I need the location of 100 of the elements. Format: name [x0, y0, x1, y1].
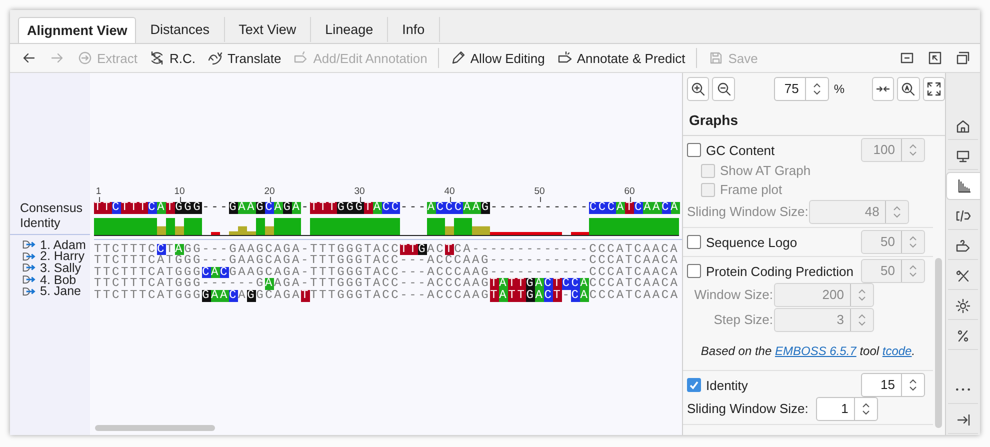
- base-highlight: G: [418, 244, 428, 256]
- zoom-field[interactable]: 75: [774, 77, 829, 101]
- base-highlight: CCC: [436, 202, 464, 214]
- ruler-label: 60: [624, 187, 635, 197]
- sequence-icon: [22, 286, 36, 297]
- zoom-reset-button[interactable]: [897, 77, 920, 101]
- ruler-label: 30: [354, 187, 365, 197]
- option-label: Identity: [706, 378, 749, 392]
- base-highlight: C: [112, 202, 122, 214]
- sequence-text: TTCTTTCATGGG: [94, 290, 202, 302]
- horizontal-scrollbar[interactable]: [95, 425, 215, 431]
- sequence-icon: [22, 274, 36, 286]
- home-icon: [955, 118, 971, 134]
- base-highlight: G: [229, 202, 238, 214]
- base-highlight: A: [211, 266, 220, 278]
- base-highlight: A: [580, 290, 590, 302]
- bar-chart-icon: [956, 178, 972, 194]
- sequence-name[interactable]: 2. Harry: [40, 249, 84, 264]
- tab[interactable]: Text View: [224, 17, 312, 42]
- option-label: GC Content: [706, 142, 776, 158]
- checkbox[interactable]: [687, 378, 701, 392]
- base-highlight: G: [481, 202, 490, 214]
- sequence-text: A: [238, 290, 248, 302]
- sequence-text: GAAGCAGA-TTTGGGTACC---ACCCAAG-----------CCCATCAACA: [229, 266, 680, 278]
- base-highlight: A: [274, 202, 284, 214]
- toolbar-button[interactable]: Annotate & Predict: [552, 46, 690, 70]
- base-highlight: A: [535, 290, 544, 302]
- base-highlight: C: [157, 244, 166, 256]
- tab[interactable]: Alignment View: [18, 17, 136, 43]
- side-tab[interactable]: [946, 172, 980, 200]
- vertical-scrollbar[interactable]: [935, 258, 942, 428]
- base-highlight: C: [265, 202, 274, 214]
- identity-label: Identity: [19, 216, 62, 231]
- tab[interactable]: Info: [388, 17, 440, 42]
- base-highlight: TTT: [121, 202, 148, 214]
- arrow-to-line-icon: [955, 412, 971, 428]
- box-arrow-icon: [927, 50, 943, 66]
- zoom-in-button[interactable]: [687, 77, 710, 101]
- spin-arrows-icon[interactable]: [861, 400, 872, 416]
- toolbar-button[interactable]: R.C.: [144, 46, 200, 70]
- sequence-text: CA-------------CCCATCAACA: [454, 244, 680, 256]
- number-field[interactable]: 1: [816, 396, 878, 420]
- sequence-name[interactable]: 4. Bob: [40, 272, 76, 287]
- ruler-label: 40: [444, 187, 455, 197]
- spin-arrows-icon[interactable]: [908, 377, 918, 393]
- sequence-text: TTCTTTCATGGG---GAAGCAGA-TTTGGGTACC---ACCCAAG-----------CCCATCAACA: [94, 255, 680, 267]
- base-highlight: G: [256, 202, 266, 214]
- gap-text: ---: [400, 202, 428, 214]
- ruler-tick: [98, 197, 100, 202]
- sequence-icon: [22, 250, 36, 262]
- base-highlight: T: [364, 202, 374, 214]
- base-highlight: TT: [94, 202, 112, 214]
- base-highlight: AA: [463, 202, 482, 214]
- toolbar-button[interactable]: Translate: [202, 46, 286, 70]
- base-highlight: T: [490, 278, 500, 290]
- base-highlight: G: [283, 202, 292, 214]
- scissors-icon: [955, 268, 971, 284]
- windows-icon: [955, 50, 971, 66]
- field-label: Step Size:: [712, 312, 773, 327]
- spin-arrows-icon[interactable]: [812, 81, 822, 97]
- zoom-out-button[interactable]: [712, 77, 735, 101]
- base-highlight: TT: [508, 278, 526, 290]
- tab[interactable]: Lineage: [311, 17, 388, 42]
- fullscreen-icon: [926, 81, 942, 97]
- base-highlight: A: [580, 278, 590, 290]
- base-highlight: G: [526, 278, 536, 290]
- link[interactable]: EMBOSS 6.5.7: [774, 344, 856, 358]
- tab[interactable]: Distances: [136, 17, 225, 42]
- base-highlight: AA: [211, 290, 230, 302]
- sequence-name[interactable]: 1. Adam: [40, 238, 86, 252]
- base-highlight: A: [499, 278, 508, 290]
- base-highlight: C: [634, 202, 644, 214]
- base-highlight: T: [553, 290, 562, 302]
- circle-arrow-icon: [77, 50, 93, 66]
- sequence-text: CCCATCAACA: [589, 290, 680, 302]
- more-icon: [956, 388, 970, 391]
- ruler-label: 50: [534, 187, 545, 197]
- consensus-label: Consensus: [19, 201, 84, 216]
- option-label: Protein Coding Prediction: [706, 264, 854, 278]
- swirl-arrows-icon: [207, 50, 224, 66]
- base-highlight: A: [292, 202, 302, 214]
- base-highlight: GGG: [337, 202, 364, 214]
- save-icon: [708, 50, 724, 66]
- question-tag-icon: [955, 238, 971, 254]
- link[interactable]: tcode: [882, 344, 912, 358]
- base-highlight: T: [301, 290, 310, 302]
- sequence-text: AC: [427, 244, 446, 256]
- number-field[interactable]: 15: [861, 373, 925, 397]
- toolbar-button[interactable]: Allow Editing: [445, 46, 550, 70]
- base-highlight: CCC: [589, 202, 616, 214]
- pencil-icon: [450, 50, 466, 66]
- base-highlight: A: [373, 202, 382, 214]
- base-highlight: A: [427, 202, 436, 214]
- sequence-name[interactable]: 5. Jane: [40, 284, 82, 298]
- fit-width-button[interactable]: [872, 77, 894, 101]
- sequence-text: TTCTTTCATGGG------G: [94, 278, 266, 290]
- fullscreen-button[interactable]: [922, 77, 945, 101]
- base-highlight: G: [202, 290, 212, 302]
- sequence-icon: [22, 262, 36, 274]
- base-highlight: C: [544, 290, 554, 302]
